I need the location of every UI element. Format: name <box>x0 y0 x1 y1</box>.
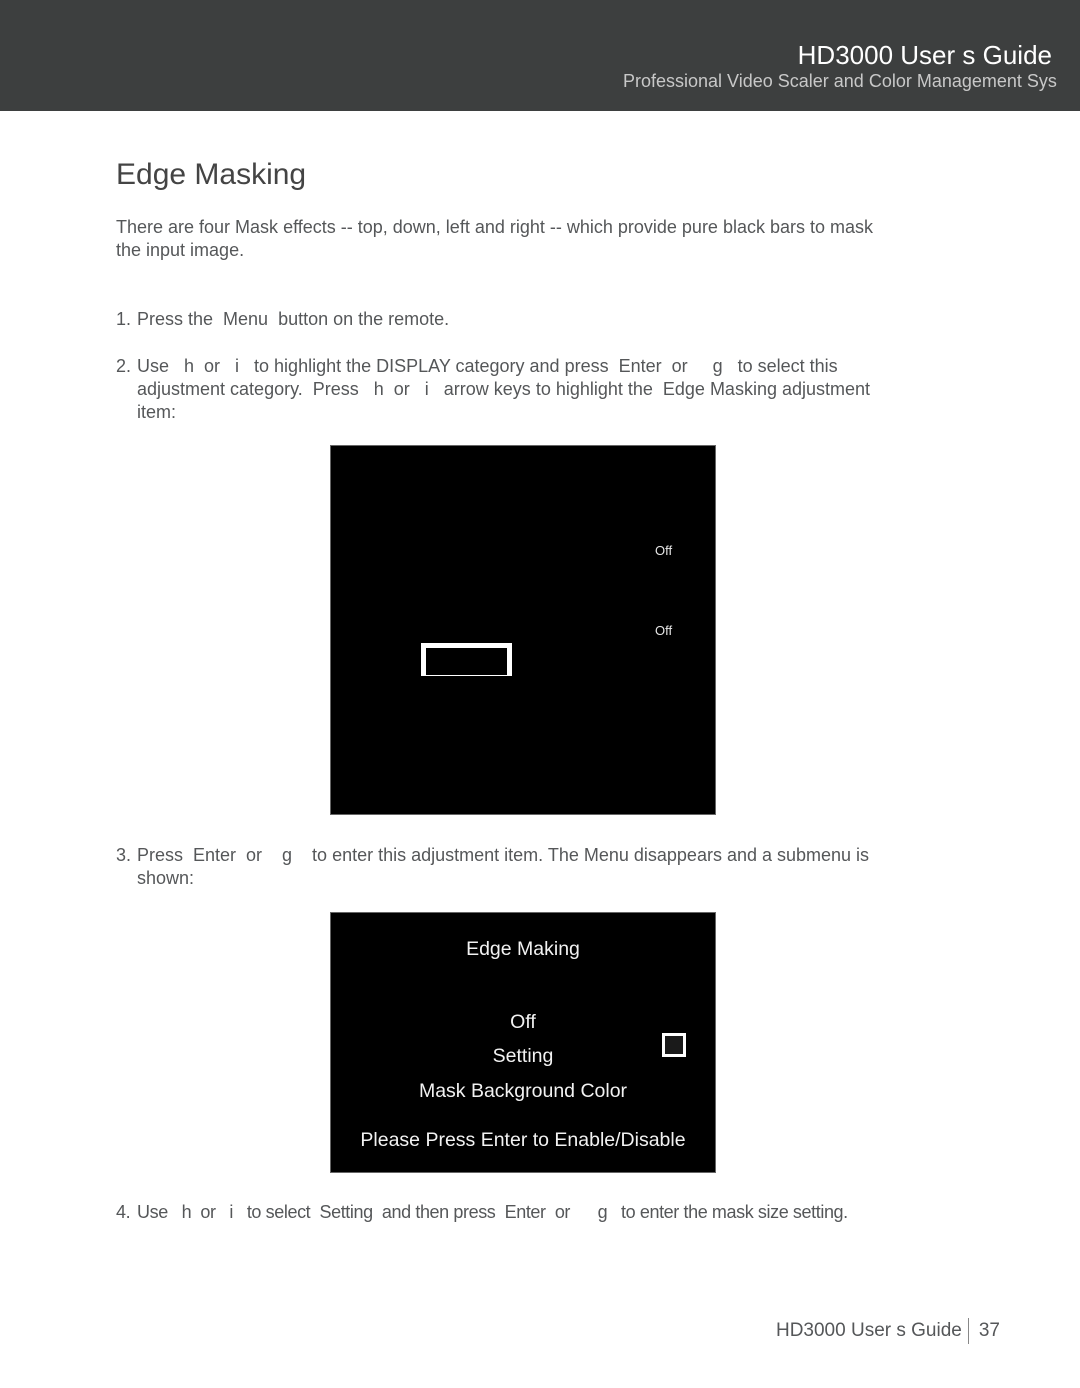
page-number: 37 <box>978 1320 1000 1341</box>
osd-value: Off <box>655 543 673 558</box>
intro-paragraph: There are four Mask effects -- top, down… <box>116 217 874 260</box>
step-text: Press the Menu button on the remote. <box>137 309 450 329</box>
footer-label: HD3000 User s Guide <box>775 1320 962 1341</box>
page-header: HD3000 User s Guide Professional Video S… <box>0 0 1080 111</box>
step-number: 1. <box>116 309 132 329</box>
step-number: 2. <box>116 356 132 376</box>
submenu-item-off: Off <box>510 1011 536 1033</box>
step-2: 2. Use h or i to highlight the DISPLAY c… <box>116 355 906 424</box>
color-swatch-icon <box>662 1033 686 1057</box>
step-3: 3. Press Enter or g to enter this adjust… <box>116 844 916 890</box>
step-text: Use h or i to highlight the DISPLAY cate… <box>137 356 876 422</box>
submenu-title: Edge Making <box>466 938 580 960</box>
submenu-item-setting: Setting <box>492 1045 554 1067</box>
step-4: 4. Use h or i to select Setting and then… <box>116 1201 936 1224</box>
step-number: 4. <box>116 1202 131 1222</box>
step-text: Press Enter or g to enter this adjustmen… <box>137 845 875 888</box>
guide-title: HD3000 User s Guide <box>797 40 1052 70</box>
page-footer: HD3000 User s Guide 37 <box>776 1318 1000 1344</box>
guide-subtitle: Professional Video Scaler and Color Mana… <box>623 71 1057 91</box>
osd-menu-screenshot: Off Off <box>330 445 716 815</box>
submenu-hint: Please Press Enter to Enable/Disable <box>360 1129 686 1151</box>
step-1: 1. Press the Menu button on the remote. <box>116 308 896 331</box>
section-title: Edge Masking <box>116 158 307 191</box>
submenu-item-mask-background-color: Mask Background Color <box>418 1080 628 1102</box>
osd-submenu-screenshot: Edge Making Off Setting Mask Background … <box>330 912 716 1173</box>
footer-divider <box>967 1318 969 1344</box>
osd-highlight-box <box>421 643 512 676</box>
step-number: 3. <box>116 845 132 865</box>
step-text: Use h or i to select Setting and then pr… <box>137 1202 848 1222</box>
osd-value: Off <box>655 623 673 638</box>
